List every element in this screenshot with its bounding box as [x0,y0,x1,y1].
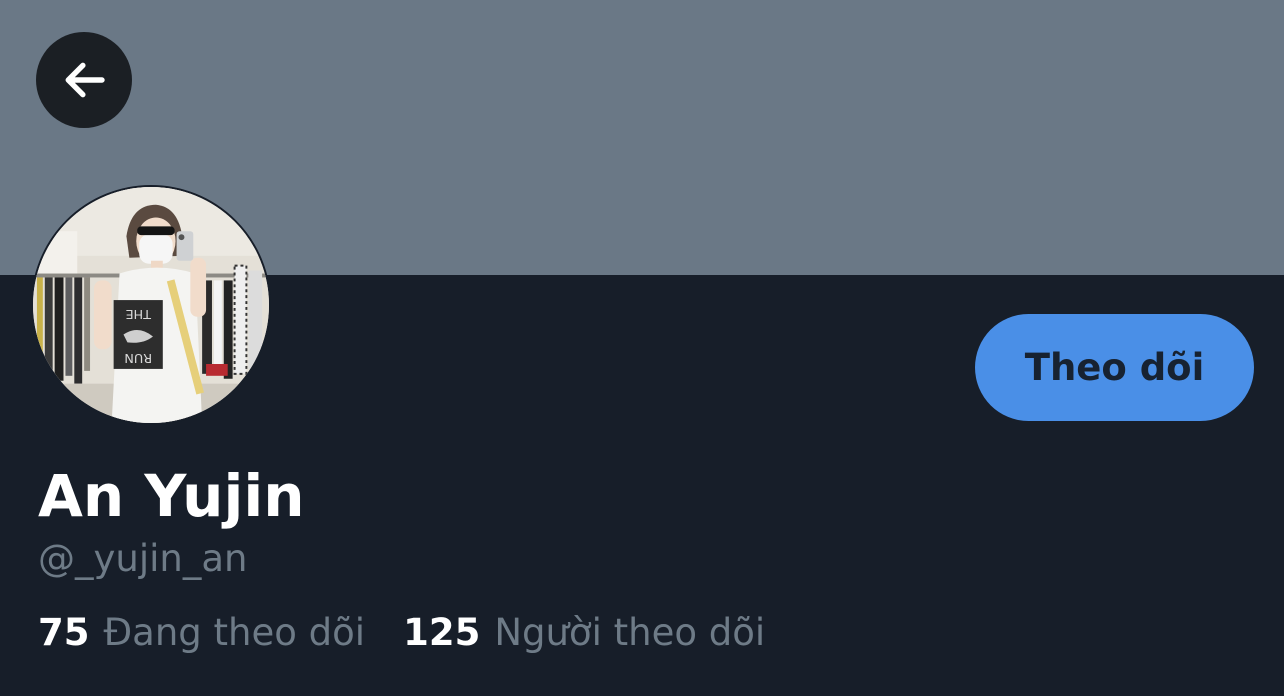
followers-label: Người theo dõi [494,611,766,654]
following-label: Đang theo dõi [103,611,366,654]
avatar[interactable]: THE RUN [31,185,271,425]
follow-button[interactable]: Theo dõi [975,314,1254,421]
following-stat[interactable]: 75 Đang theo dõi [38,609,365,657]
follow-stats: 75 Đang theo dõi 125 Người theo dõi [38,609,765,657]
shirt-text-bottom: RUN [124,350,152,365]
followers-count: 125 [403,611,481,654]
follow-button-label: Theo dõi [1024,346,1205,389]
back-button[interactable] [36,32,132,128]
avatar-photo: THE RUN [33,187,269,423]
following-count: 75 [38,611,90,654]
username-handle: @_yujin_an [38,537,248,580]
arrow-left-icon [57,53,111,107]
shirt-text-top: THE [125,306,151,321]
followers-stat[interactable]: 125 Người theo dõi [403,609,765,657]
profile-page: THE RUN Theo dõi An Yujin @_yujin_an 75 … [0,0,1284,696]
display-name: An Yujin [38,462,305,530]
